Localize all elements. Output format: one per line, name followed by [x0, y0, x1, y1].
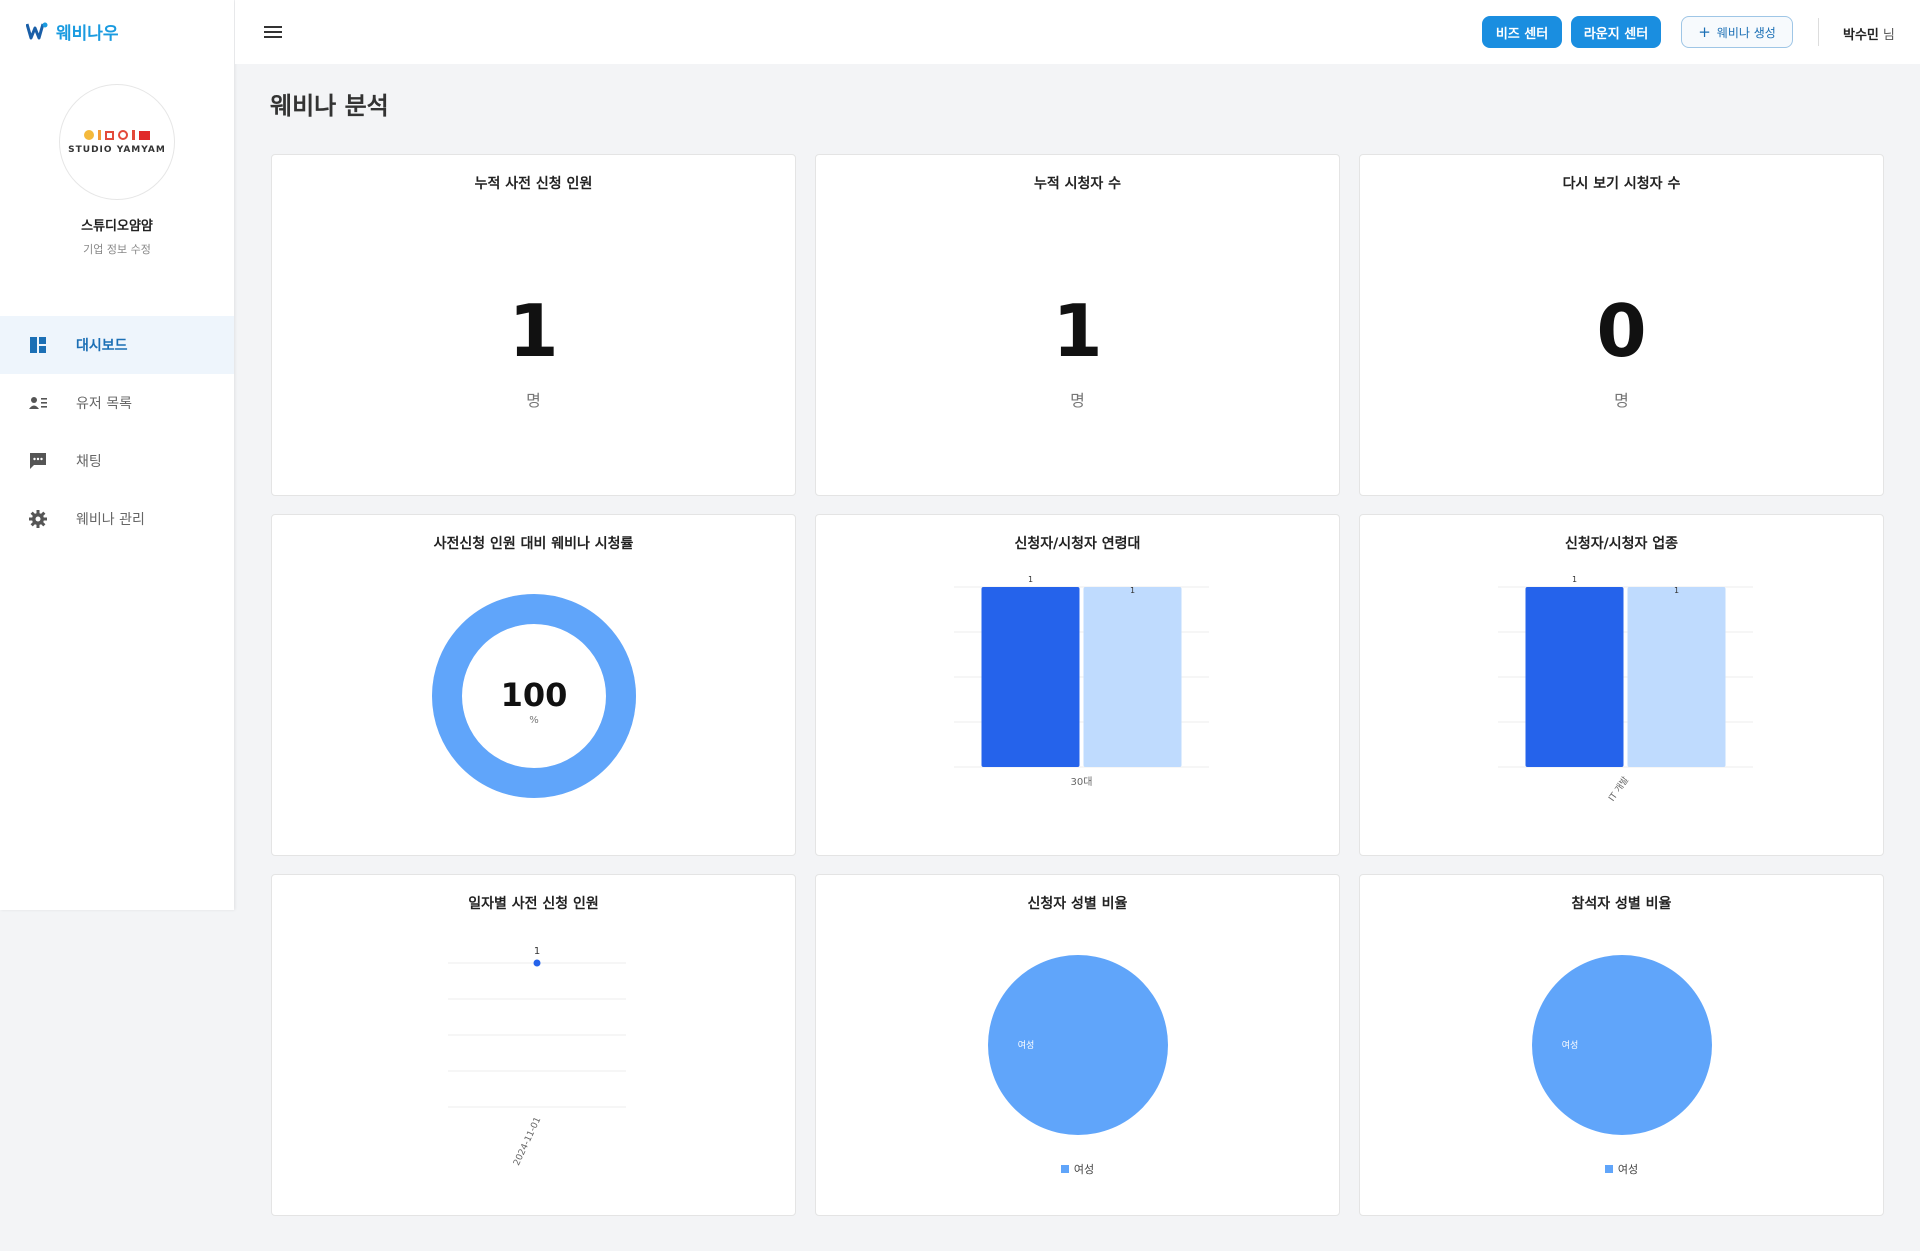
point-data-label: 1	[534, 946, 540, 957]
legend-label: 여성	[1617, 1163, 1639, 1176]
create-webinar-label: 웨비나 생성	[1716, 25, 1776, 40]
x-tick-label: 2024-11-01	[512, 1116, 543, 1168]
sidebar-item-label: 유저 목록	[76, 396, 132, 412]
bar	[981, 587, 1080, 767]
bar	[1083, 587, 1182, 767]
card-title: 누적 시청자 수	[1033, 176, 1122, 192]
sidebar-item-webinar-management[interactable]: 웨비나 관리	[0, 490, 234, 548]
chart-card-watch-rate: 사전신청 인원 대비 웨비나 시청률 100%	[271, 514, 796, 856]
chart-card-applicant-gender: 신청자 성별 비율 여성 여성	[815, 874, 1340, 1216]
chart-card-attendee-gender: 참석자 성별 비율 여성 여성	[1359, 874, 1884, 1216]
sidebar-item-user-list[interactable]: 유저 목록	[0, 374, 234, 432]
stat-value: 0	[1596, 289, 1647, 373]
top-header: 비즈 센터 라운지 센터 + 웨비나 생성 박수민 님	[235, 0, 1920, 64]
user-greeting[interactable]: 박수민 님	[1843, 24, 1895, 43]
legend-swatch	[1604, 1165, 1613, 1173]
stat-card-viewers: 누적 시청자 수 1 명	[815, 154, 1340, 496]
edit-company-info-link[interactable]: 기업 정보 수정	[0, 241, 234, 257]
x-tick-label: 30대	[1071, 776, 1093, 788]
create-webinar-button[interactable]: + 웨비나 생성	[1681, 16, 1793, 48]
header-divider	[1818, 18, 1819, 46]
legend-swatch	[1060, 1165, 1069, 1173]
page-title: 웨비나 분석	[270, 92, 389, 120]
stat-value: 1	[508, 289, 559, 373]
bar-data-label: 1	[1572, 575, 1577, 584]
stat-card-replay-viewers: 다시 보기 시청자 수 0 명	[1359, 154, 1884, 496]
age-bar-chart: 1 1 30대	[954, 575, 1209, 788]
pie-slice	[1532, 955, 1712, 1135]
chart-legend[interactable]: 여성	[1360, 1161, 1883, 1177]
plus-icon: +	[1698, 23, 1711, 41]
user-suffix: 님	[1882, 28, 1895, 43]
company-logo-text: STUDIO YAMYAM	[68, 145, 166, 155]
card-title: 누적 사전 신청 인원	[474, 176, 593, 192]
brand-name: 웨비나우	[56, 23, 119, 44]
sidebar-item-label: 대시보드	[76, 338, 128, 354]
webinar-now-logo-icon	[26, 22, 48, 40]
sidebar-item-label: 채팅	[76, 454, 102, 470]
chart-card-age: 신청자/시청자 연령대 1 1 30대	[815, 514, 1340, 856]
legend-label: 여성	[1073, 1163, 1095, 1176]
pie-slice-label: 여성	[1018, 1039, 1035, 1051]
stat-unit: 명	[1614, 391, 1629, 410]
pie-slice	[988, 955, 1168, 1135]
pie-slice-label: 여성	[1562, 1039, 1579, 1051]
chat-icon	[30, 453, 46, 469]
company-avatar: STUDIO YAMYAM	[59, 84, 175, 200]
stat-unit: 명	[1070, 391, 1085, 410]
watch-rate-donut-chart: 100%	[432, 594, 636, 798]
hamburger-menu-icon[interactable]	[263, 22, 283, 42]
sidebar-item-dashboard[interactable]: 대시보드	[0, 316, 234, 374]
brand[interactable]: 웨비나우	[26, 20, 119, 44]
user-list-icon	[29, 397, 47, 409]
bar-data-label: 1	[1130, 586, 1135, 595]
industry-bar-chart: 1 1 IT 개발	[1498, 575, 1753, 804]
stat-unit: 명	[526, 391, 541, 410]
bar	[1627, 587, 1726, 767]
gear-icon	[29, 510, 47, 528]
sidebar: 웨비나우 STUDIO YAMYAM 스튜디오얌얌 기업 정보 수정 대시보드	[0, 0, 234, 910]
bar	[1525, 587, 1624, 767]
sidebar-nav: 대시보드 유저 목록 채팅 웨비나 관리	[0, 316, 234, 548]
donut-center-unit: %	[529, 715, 539, 726]
daily-line-chart: 1 2024-11-01	[448, 946, 626, 1168]
biz-center-button[interactable]: 비즈 센터	[1482, 16, 1562, 48]
company-logo-shapes	[84, 129, 150, 141]
chart-card-industry: 신청자/시청자 업종 1 1 IT 개발	[1359, 514, 1884, 856]
chart-legend[interactable]: 여성	[816, 1161, 1339, 1177]
company-name: 스튜디오얌얌	[81, 219, 153, 234]
card-title: 다시 보기 시청자 수	[1562, 176, 1681, 192]
x-tick-label: IT 개발	[1606, 775, 1631, 804]
chart-card-daily: 일자별 사전 신청 인원 1 2024-11-01	[271, 874, 796, 1216]
bar-data-label: 1	[1674, 586, 1679, 595]
dashboard-icon	[30, 337, 46, 353]
stat-card-pre-registered: 누적 사전 신청 인원 1 명	[271, 154, 796, 496]
donut-center-value: 100	[501, 676, 568, 714]
data-point	[533, 959, 541, 967]
bar-data-label: 1	[1028, 575, 1033, 584]
user-name: 박수민	[1843, 28, 1879, 43]
lounge-center-button[interactable]: 라운지 센터	[1571, 16, 1661, 48]
sidebar-item-label: 웨비나 관리	[76, 512, 145, 528]
sidebar-item-chat[interactable]: 채팅	[0, 432, 234, 490]
stat-value: 1	[1052, 289, 1103, 373]
